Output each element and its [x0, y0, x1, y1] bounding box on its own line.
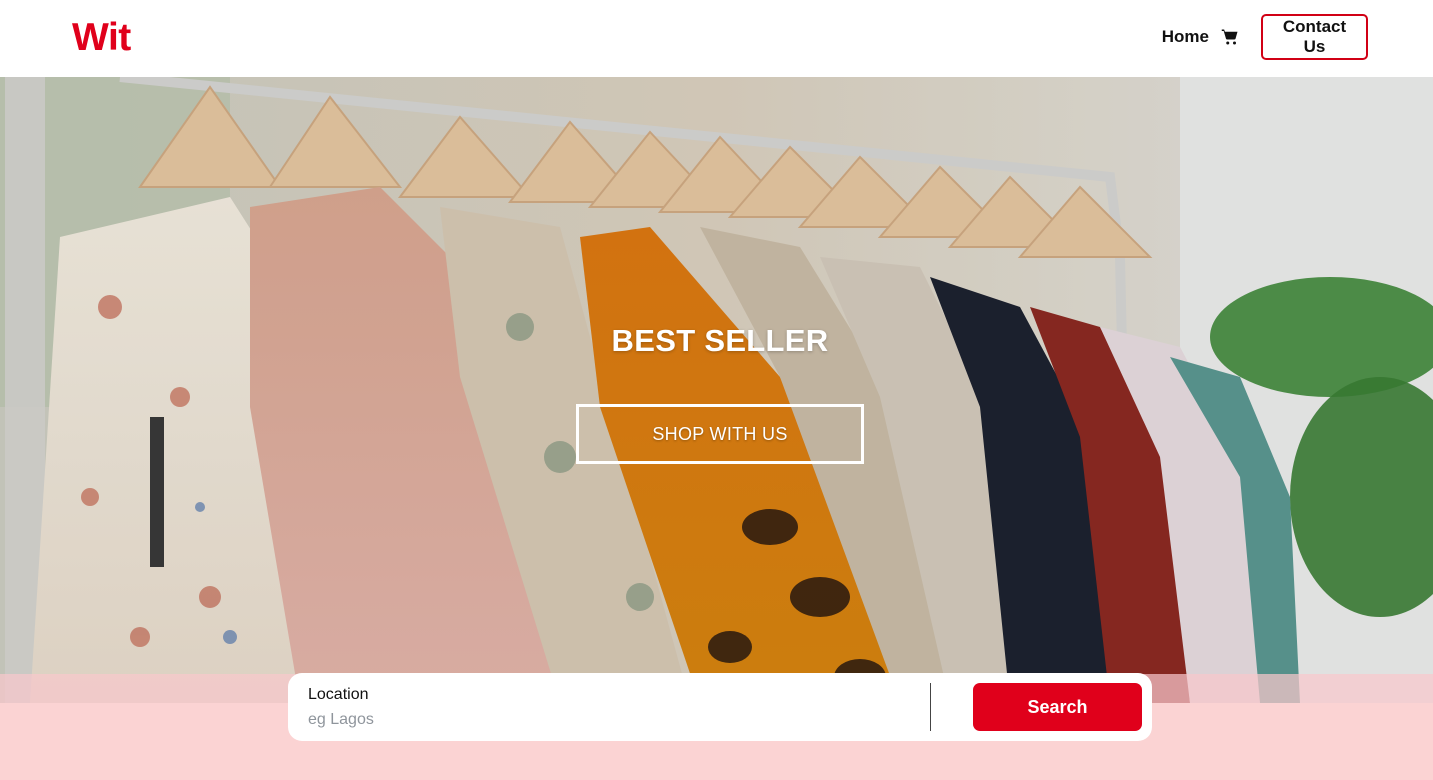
navbar: Wit Home Contact Us [0, 0, 1433, 77]
shop-with-us-button[interactable]: SHOP WITH US [576, 404, 864, 464]
nav-links: Home Contact Us [1162, 14, 1368, 60]
location-label: Location [308, 686, 369, 703]
hero-section: BEST SELLER SHOP WITH US [0, 77, 1433, 703]
search-divider [930, 683, 931, 731]
location-input[interactable] [308, 709, 908, 731]
search-button[interactable]: Search [973, 683, 1142, 731]
hero-title: BEST SELLER [611, 323, 829, 358]
location-search-bar: Location Search [288, 673, 1152, 741]
shopping-cart-icon[interactable] [1221, 28, 1239, 46]
brand-logo[interactable]: Wit [72, 14, 131, 62]
hero-overlay [0, 77, 1433, 703]
nav-link-home[interactable]: Home [1162, 27, 1209, 47]
contact-us-button[interactable]: Contact Us [1261, 14, 1368, 60]
